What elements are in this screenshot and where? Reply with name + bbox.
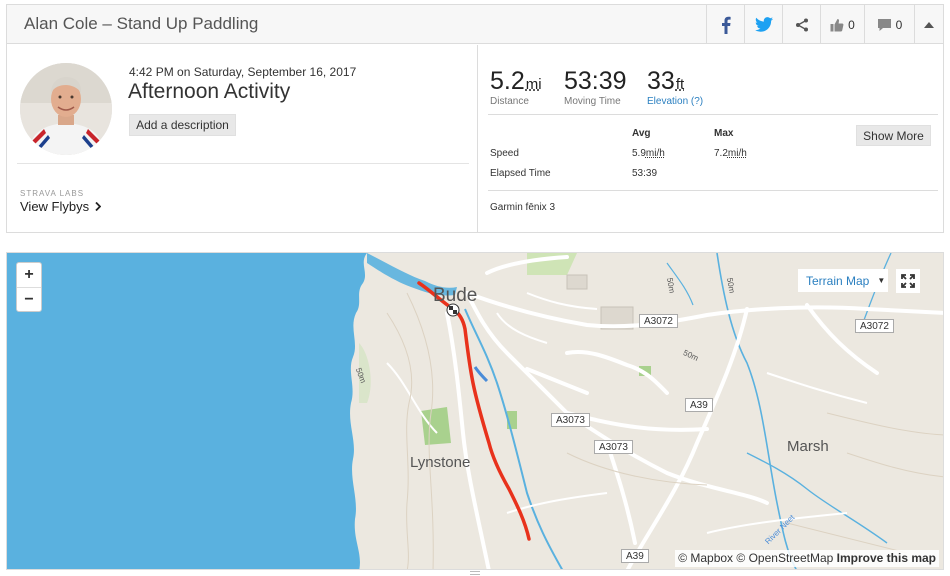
map-attribution: © Mapbox © OpenStreetMap Improve this ma… (675, 550, 939, 567)
activity-card: Alan Cole – Stand Up Paddling 0 0 4:42 P… (6, 4, 944, 233)
device-name: Garmin fēnix 3 (490, 202, 556, 213)
max-column-header: Max (714, 128, 734, 139)
speed-avg-value: 5.9 (632, 148, 646, 159)
speed-label: Speed (490, 148, 519, 159)
park-area (421, 407, 451, 445)
caret-down-icon: ▼ (877, 276, 886, 285)
divider (488, 114, 938, 115)
zoom-control: + − (16, 262, 42, 312)
stat-elevation: 33ft Elevation (?) (647, 67, 703, 107)
kudos-button[interactable]: 0 (820, 5, 864, 44)
facebook-icon (721, 16, 731, 34)
divider (488, 190, 938, 191)
elapsed-time-value: 53:39 (632, 168, 658, 179)
stat-moving-time: 53:39 Moving Time (564, 67, 627, 107)
activity-name: Afternoon Activity (128, 80, 291, 103)
elapsed-time-label: Elapsed Time (490, 168, 551, 179)
thumbs-up-icon (830, 18, 844, 31)
road-label-a3073: A3073 (551, 413, 590, 427)
map-type-label: Terrain Map (806, 273, 870, 288)
speed-max-value: 7.2 (714, 148, 728, 159)
building (566, 274, 588, 290)
activity-stats: 5.2mi Distance 53:39 Moving Time 33ft El… (477, 45, 943, 233)
river (746, 452, 888, 544)
distance-value: 5.2 (490, 67, 525, 95)
place-label-lynstone: Lynstone (410, 454, 471, 471)
distance-label: Distance (490, 96, 529, 107)
facebook-share-button[interactable] (706, 5, 744, 44)
road-label-a3073: A3073 (594, 440, 633, 454)
strava-labs-label: STRAVA LABS (20, 189, 85, 198)
share-icon (795, 18, 808, 31)
mapbox-attribution-link[interactable]: © Mapbox (678, 551, 733, 565)
twitter-share-button[interactable] (744, 5, 782, 44)
elevation-unit[interactable]: ft (676, 76, 684, 93)
elevation-value: 33 (647, 67, 675, 95)
add-description-button[interactable]: Add a description (129, 114, 236, 136)
zoom-in-button[interactable]: + (17, 263, 41, 287)
resize-handle[interactable] (470, 571, 480, 575)
canal-lock (473, 366, 489, 383)
elevation-help-link[interactable]: Elevation (?) (647, 96, 703, 107)
comment-icon (877, 18, 891, 31)
zoom-out-button[interactable]: − (17, 287, 41, 311)
road-label-a3072: A3072 (855, 319, 894, 333)
athlete-photo (20, 63, 112, 155)
moving-time-label: Moving Time (564, 96, 621, 107)
activity-summary: 4:42 PM on Saturday, September 16, 2017 … (7, 45, 477, 233)
share-button[interactable] (782, 5, 820, 44)
show-more-button[interactable]: Show More (856, 125, 931, 146)
speed-max-unit[interactable]: mi/h (728, 148, 747, 159)
view-flybys-link[interactable]: View Flybys (20, 199, 102, 214)
page-title: Alan Cole – Stand Up Paddling (24, 14, 259, 33)
road-label-a39: A39 (685, 398, 713, 412)
speed-avg-unit[interactable]: mi/h (646, 148, 665, 159)
fullscreen-icon (901, 274, 915, 288)
distance-unit[interactable]: mi (526, 76, 542, 93)
chevron-right-icon (95, 202, 102, 211)
stat-distance: 5.2mi Distance (490, 67, 542, 107)
card-header: Alan Cole – Stand Up Paddling 0 0 (7, 5, 943, 44)
sea (7, 253, 367, 569)
activity-date: 4:42 PM on Saturday, September 16, 2017 (129, 65, 357, 79)
kudos-count: 0 (848, 17, 855, 32)
twitter-icon (754, 17, 773, 32)
place-label-marsh: Marsh (787, 438, 829, 455)
avg-column-header: Avg (632, 128, 651, 139)
view-flybys-label: View Flybys (20, 199, 90, 214)
speed-avg: 5.9mi/h (632, 148, 665, 159)
comments-button[interactable]: 0 (864, 5, 914, 44)
speed-max: 7.2mi/h (714, 148, 747, 159)
improve-map-link[interactable]: Improve this map (837, 551, 936, 565)
osm-attribution-link[interactable]: © OpenStreetMap (736, 551, 833, 565)
divider (17, 163, 469, 164)
fullscreen-button[interactable] (896, 269, 920, 293)
avatar[interactable] (20, 63, 112, 155)
comments-count: 0 (895, 17, 903, 32)
route-map[interactable]: Bude Lynstone Marsh A3072 A3072 A3073 A3… (6, 252, 944, 570)
moving-time-value: 53:39 (564, 67, 627, 95)
place-label-bude: Bude (433, 285, 478, 306)
road-label-a3072: A3072 (639, 314, 678, 328)
collapse-button[interactable] (914, 5, 943, 44)
road-label-a39: A39 (621, 549, 649, 563)
map-type-dropdown[interactable]: Terrain Map ▼ (798, 269, 888, 292)
caret-up-icon (924, 21, 934, 28)
